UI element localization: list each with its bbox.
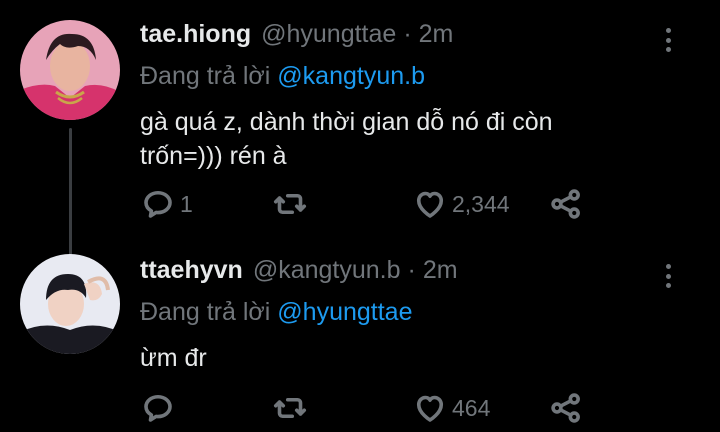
reply-mention-link[interactable]: @kangtyun.b [277, 62, 425, 90]
tweet-actions: 464 [140, 388, 590, 428]
reply-prefix: Đang trả lời [140, 298, 271, 326]
retweet-icon [273, 193, 307, 215]
like-count: 464 [452, 394, 491, 421]
reply-button[interactable]: 1 [140, 184, 193, 224]
avatar[interactable] [20, 254, 120, 354]
tweet-text: ừm đr [140, 344, 207, 372]
separator: · [403, 20, 412, 48]
tweet-header: ttaehyvn @kangtyun.b · 2m [140, 256, 660, 292]
tweet[interactable]: tae.hiong @hyungttae · 2m Đang trả lời @… [0, 0, 720, 240]
share-button[interactable] [548, 388, 584, 428]
user-handle[interactable]: @hyungttae [261, 20, 396, 49]
heart-icon [416, 191, 444, 218]
like-count: 2,344 [452, 190, 510, 217]
reply-context: Đang trả lời @kangtyun.b [140, 62, 660, 91]
user-handle[interactable]: @kangtyun.b [253, 256, 401, 285]
tweet-actions: 1 2,344 [140, 184, 590, 224]
reply-prefix: Đang trả lời [140, 62, 271, 90]
share-icon [551, 189, 580, 219]
retweet-button[interactable] [272, 184, 312, 224]
separator: · [407, 256, 416, 284]
display-name[interactable]: tae.hiong [140, 20, 251, 49]
display-name[interactable]: ttaehyvn [140, 256, 243, 285]
retweet-button[interactable] [272, 388, 312, 428]
heart-icon [416, 395, 444, 422]
like-button[interactable]: 464 [412, 388, 490, 428]
retweet-icon [273, 397, 307, 419]
reply-icon [144, 190, 172, 218]
like-button[interactable]: 2,344 [412, 184, 510, 224]
reply-icon [144, 394, 172, 422]
reply-mention-link[interactable]: @hyungttae [277, 298, 412, 326]
timestamp[interactable]: 2m [419, 20, 454, 49]
avatar[interactable] [20, 20, 120, 120]
share-icon [551, 393, 580, 423]
reply-button[interactable] [140, 388, 180, 428]
tweet-header: tae.hiong @hyungttae · 2m [140, 20, 660, 56]
share-button[interactable] [548, 184, 584, 224]
tweet-text: gà quá z, dành thời gian dỗ nó đi còn tr… [140, 108, 553, 170]
tweet[interactable]: ttaehyvn @kangtyun.b · 2m Đang trả lời @… [0, 240, 720, 432]
reply-context: Đang trả lời @hyungttae [140, 298, 660, 327]
reply-count: 1 [180, 190, 193, 217]
more-options-icon[interactable] [660, 26, 676, 54]
timestamp[interactable]: 2m [423, 256, 458, 285]
more-options-icon[interactable] [660, 262, 676, 290]
